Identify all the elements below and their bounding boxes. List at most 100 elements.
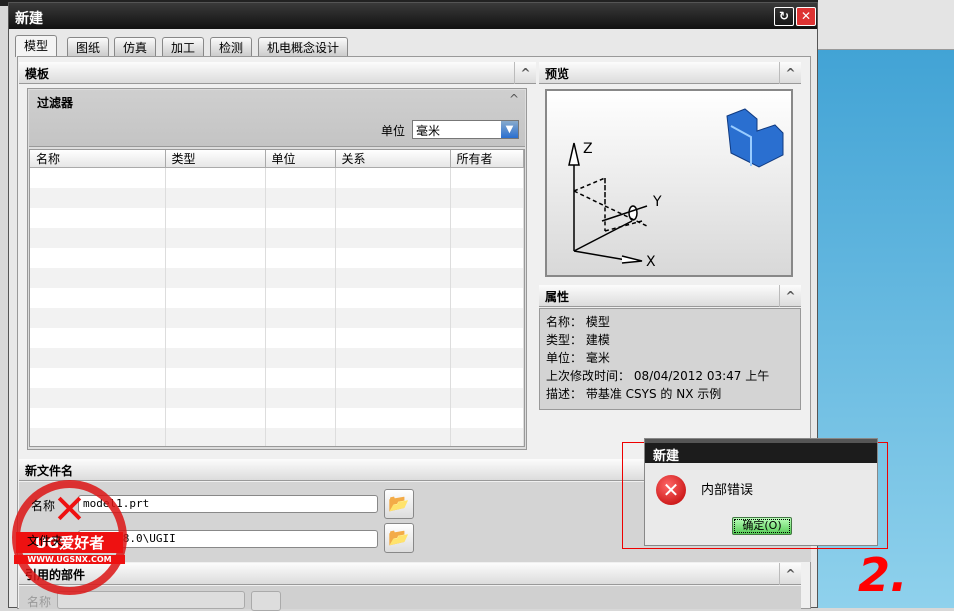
error-icon: ✕ — [656, 475, 686, 505]
table-cell — [450, 187, 524, 208]
annotation-number: 2. — [858, 548, 908, 602]
table-cell — [335, 187, 451, 208]
referenced-browse-button — [251, 591, 281, 611]
table-cell — [265, 267, 336, 288]
table-row[interactable] — [30, 207, 524, 228]
table-cell — [265, 407, 336, 428]
table-cell — [165, 247, 266, 268]
name-input[interactable]: model1.prt — [78, 495, 378, 513]
table-cell — [265, 227, 336, 248]
tab-inspection[interactable]: 检测 — [210, 37, 253, 56]
table-row[interactable] — [30, 327, 524, 348]
model-cube-icon — [726, 108, 784, 168]
dialog-title: 新建 — [9, 3, 817, 29]
collapse-icon[interactable]: ^ — [514, 62, 536, 84]
property-row: 描述： 带基准 CSYS 的 NX 示例 — [546, 385, 794, 403]
table-cell — [165, 187, 266, 208]
preview-header[interactable]: 预览 ^ — [539, 62, 801, 84]
error-message: 内部错误 — [701, 483, 754, 498]
table-cell — [450, 287, 524, 308]
table-row[interactable] — [30, 247, 524, 268]
table-cell — [30, 327, 166, 348]
property-value: 带基准 CSYS 的 NX 示例 — [585, 387, 722, 401]
property-key: 类型： — [546, 333, 583, 347]
table-cell — [335, 327, 451, 348]
referenced-parts-header[interactable]: 引用的部件 ^ — [19, 563, 801, 585]
table-row[interactable] — [30, 407, 524, 428]
unit-value: 毫米 — [416, 124, 441, 138]
table-cell — [30, 167, 166, 188]
table-cell — [165, 307, 266, 328]
table-cell — [165, 387, 266, 408]
table-cell — [450, 267, 524, 288]
table-cell — [30, 247, 166, 268]
table-cell — [165, 227, 266, 248]
properties-header[interactable]: 属性 ^ — [539, 285, 801, 307]
table-row[interactable] — [30, 347, 524, 368]
tab-simulation[interactable]: 仿真 — [114, 37, 157, 56]
table-row[interactable] — [30, 287, 524, 308]
col-unit[interactable]: 单位 — [265, 150, 336, 168]
folder-label: 文件夹 — [27, 534, 64, 548]
table-row[interactable] — [30, 167, 524, 188]
table-cell — [265, 347, 336, 368]
property-row: 类型： 建模 — [546, 331, 794, 349]
table-row[interactable] — [30, 307, 524, 328]
table-row[interactable] — [30, 227, 524, 248]
axis-z-label: Z — [583, 141, 593, 157]
tab-model[interactable]: 模型 — [15, 35, 58, 57]
reset-icon[interactable]: ↻ — [774, 7, 794, 26]
tab-mechatronics[interactable]: 机电概念设计 — [258, 37, 349, 56]
table-cell — [165, 427, 266, 446]
tab-drawing[interactable]: 图纸 — [67, 37, 110, 56]
collapse-icon[interactable]: ^ — [779, 563, 801, 585]
table-cell — [335, 387, 451, 408]
table-row[interactable] — [30, 187, 524, 208]
property-key: 名称： — [546, 315, 583, 329]
property-key: 单位： — [546, 351, 583, 365]
table-cell — [450, 347, 524, 368]
col-relation[interactable]: 关系 — [335, 150, 451, 168]
table-cell — [265, 327, 336, 348]
template-header[interactable]: 模板 ^ — [19, 62, 536, 84]
new-filename-title: 新文件名 — [25, 464, 74, 478]
collapse-icon[interactable]: ^ — [779, 285, 801, 307]
collapse-icon[interactable]: ^ — [779, 62, 801, 84]
table-row[interactable] — [30, 387, 524, 408]
watermark-url: WWW.UGSNX.COM — [14, 555, 125, 564]
table-row[interactable] — [30, 267, 524, 288]
preview-image: Z Y X — [545, 89, 793, 277]
table-cell — [30, 427, 166, 446]
properties-panel: 名称： 模型 类型： 建模 单位： 毫米 上次修改时间： 08/04/2012 03:… — [539, 308, 801, 410]
table-cell — [30, 307, 166, 328]
dropdown-arrow-icon[interactable]: ▼ — [501, 121, 518, 138]
table-cell — [450, 247, 524, 268]
col-name[interactable]: 名称 — [30, 150, 166, 168]
filter-title: 过滤器 — [37, 96, 74, 110]
table-cell — [265, 387, 336, 408]
table-cell — [30, 267, 166, 288]
table-cell — [335, 207, 451, 228]
browse-folder-button[interactable]: 📂 — [384, 523, 414, 553]
close-icon[interactable]: ✕ — [796, 7, 816, 26]
filter-collapse-icon[interactable]: ^ — [509, 92, 519, 106]
table-cell — [265, 167, 336, 188]
col-type[interactable]: 类型 — [165, 150, 266, 168]
table-cell — [335, 407, 451, 428]
tab-manufacturing[interactable]: 加工 — [162, 37, 205, 56]
referenced-name-label: 名称 — [27, 595, 52, 609]
filter-section: 过滤器 ^ 单位 毫米 ▼ — [29, 90, 525, 147]
table-cell — [335, 307, 451, 328]
error-dialog-title: 新建 — [645, 439, 877, 464]
table-row[interactable] — [30, 367, 524, 388]
unit-select[interactable]: 毫米 ▼ — [412, 120, 519, 139]
table-cell — [335, 247, 451, 268]
referenced-name-input — [57, 591, 245, 609]
table-row[interactable] — [30, 427, 524, 446]
col-owner[interactable]: 所有者 — [450, 150, 524, 168]
ok-button[interactable]: 确定(O) — [732, 517, 792, 535]
table-cell — [335, 347, 451, 368]
property-row: 名称： 模型 — [546, 313, 794, 331]
browse-name-button[interactable]: 📂 — [384, 489, 414, 519]
table-cell — [450, 407, 524, 428]
